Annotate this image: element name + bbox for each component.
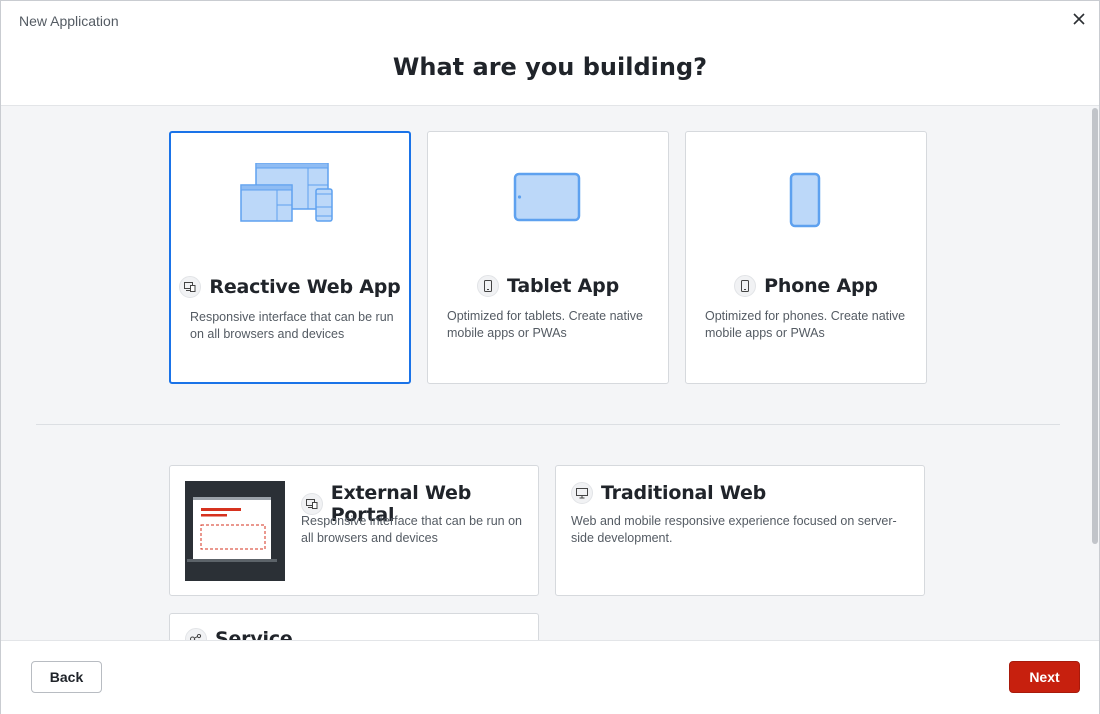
content-scrollbar[interactable]: [1091, 106, 1099, 640]
reactive-web-app-card[interactable]: Reactive Web App Responsive interface th…: [169, 131, 411, 384]
external-web-portal-description: Responsive interface that can be run on …: [301, 514, 522, 545]
service-title: Service: [215, 628, 293, 640]
external-web-portal-card[interactable]: External Web Portal Responsive interface…: [169, 465, 539, 596]
window-title: New Application: [19, 13, 119, 29]
phone-app-description: Optimized for phones. Create native mobi…: [705, 309, 906, 340]
phone-app-card[interactable]: Phone App Optimized for phones. Create n…: [685, 131, 927, 384]
tablet-app-description: Optimized for tablets. Create native mob…: [447, 309, 643, 340]
tablet-app-card[interactable]: Tablet App Optimized for tablets. Create…: [427, 131, 669, 384]
phone-illustration: [686, 162, 926, 242]
reactive-web-app-description: Responsive interface that can be run on …: [190, 310, 394, 341]
back-button[interactable]: Back: [31, 661, 102, 693]
phone-app-title: Phone App: [764, 275, 878, 297]
close-button[interactable]: [1067, 7, 1091, 31]
devices-icon: [179, 276, 202, 298]
service-title-row: Service: [185, 628, 293, 640]
new-application-dialog: New Application What are you building? R…: [0, 0, 1100, 714]
section-divider: [36, 424, 1060, 425]
traditional-web-description: Web and mobile responsive experience foc…: [571, 514, 897, 545]
next-button[interactable]: Next: [1009, 661, 1080, 693]
reactive-illustration: [171, 163, 409, 243]
phone-title-row: Phone App: [686, 275, 926, 297]
traditional-title-row: Traditional Web: [571, 482, 766, 504]
service-card[interactable]: Service: [169, 613, 539, 640]
traditional-web-title: Traditional Web: [601, 482, 767, 504]
tablet-app-title: Tablet App: [507, 275, 619, 297]
portal-thumbnail: [185, 481, 285, 581]
devices-icon: [301, 493, 323, 515]
dialog-footer: Back Next: [1, 640, 1099, 714]
reactive-title-row: Reactive Web App: [171, 276, 409, 298]
service-icon: [185, 628, 207, 640]
traditional-web-card[interactable]: Traditional Web Web and mobile responsiv…: [555, 465, 925, 596]
monitor-icon: [571, 482, 593, 504]
app-type-list: Reactive Web App Responsive interface th…: [1, 106, 1099, 640]
close-icon: [1073, 13, 1085, 25]
tablet-illustration: [428, 162, 668, 242]
scrollbar-thumb[interactable]: [1092, 108, 1098, 544]
reactive-web-app-title: Reactive Web App: [209, 276, 401, 298]
tablet-icon: [477, 275, 500, 297]
page-title: What are you building?: [392, 53, 708, 81]
dialog-header: New Application What are you building?: [1, 1, 1099, 106]
phone-icon: [734, 275, 757, 297]
tablet-title-row: Tablet App: [428, 275, 668, 297]
